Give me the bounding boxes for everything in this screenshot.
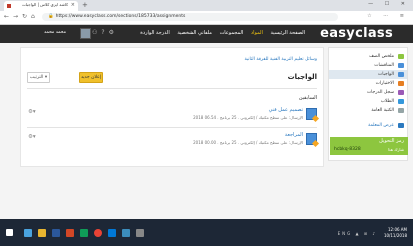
assignment-meta: الإرسال: على سطح مكتبك / إلكتروني . 25 ب… <box>193 115 303 120</box>
assignment-row[interactable]: تصميم عمل فني الإرسال: على سطح مكتبك / إ… <box>27 105 317 125</box>
divider <box>27 88 317 89</box>
back-icon[interactable]: ← <box>4 13 9 20</box>
sidebar-item-assignments[interactable]: الواجبات <box>329 70 407 79</box>
new-assignment-button[interactable]: إعلان جديد <box>79 72 103 83</box>
app-icon[interactable] <box>136 229 144 237</box>
avatar[interactable] <box>80 28 91 39</box>
help-icon[interactable]: ? <box>101 29 108 36</box>
nav-home[interactable]: الصفحة الرئيسية <box>271 30 306 36</box>
teacher-icon <box>398 123 404 128</box>
nav-groups[interactable]: المجموعات <box>220 30 244 36</box>
students-icon <box>398 99 404 104</box>
start-icon[interactable] <box>6 229 13 236</box>
top-nav: الصفحة الرئيسية المواد المجموعات ملفاتي … <box>134 30 305 36</box>
sidebar-item-summary[interactable]: ملخص الصف <box>329 52 407 61</box>
folder-icon[interactable] <box>38 229 46 237</box>
browser-tab[interactable]: كاشة ايزي كلاس | الواجبات × <box>4 1 78 11</box>
url-text: https://www.easyclass.com/sections/18573… <box>55 14 186 19</box>
home-icon <box>398 54 404 59</box>
sidebar-item-label: المناقشات <box>374 63 394 68</box>
address-bar-row: ← → ↻ ⌂ 🔒 https://www.easyclass.com/secti… <box>0 11 413 25</box>
class-code-value[interactable]: hcbkq-8328 <box>334 147 361 152</box>
class-code-share[interactable]: شارك هذا <box>388 147 404 152</box>
sidebar-item-students[interactable]: الطلاب <box>329 97 407 106</box>
windows-taskbar: ENG ▲ ⊞ ♪ 12:06 AM 10/11/2018 <box>0 219 413 246</box>
store-icon[interactable] <box>122 229 130 237</box>
url-input[interactable]: 🔒 https://www.easyclass.com/sections/1857… <box>42 13 338 21</box>
assignment-icon <box>306 133 317 145</box>
tab-title: كاشة ايزي كلاس | الواجبات <box>22 2 68 7</box>
mail-icon[interactable] <box>108 229 116 237</box>
forward-icon[interactable]: → <box>13 13 18 20</box>
sidebar-item-discussions[interactable]: المناقشات <box>329 61 407 70</box>
sidebar-item-label: ملخص الصف <box>369 54 394 59</box>
system-tray[interactable]: ENG ▲ ⊞ ♪ <box>338 231 377 236</box>
nav-inbox[interactable]: الدرجة الواردة <box>140 30 169 36</box>
powerpoint-icon[interactable] <box>66 229 74 237</box>
sidebar-item-label: الاختبارات <box>375 81 394 86</box>
library-icon <box>398 108 404 113</box>
chrome-icon[interactable] <box>94 229 102 237</box>
divider <box>27 127 317 128</box>
breadcrumb[interactable]: وسائل تعليم التربية الفنية للفرقة الثاني… <box>245 57 317 62</box>
nav-classes[interactable]: المواد <box>251 30 263 36</box>
browser-tools[interactable]: ☆ ⋯ ≡ <box>367 13 409 19</box>
sidebar-item-quizzes[interactable]: الاختبارات <box>329 79 407 88</box>
logo[interactable]: easyclass <box>320 26 393 41</box>
user-name[interactable]: محمد محمد <box>44 30 66 35</box>
chat-icon <box>398 63 404 68</box>
section-label: السابقين <box>298 95 317 101</box>
clock-date: 10/11/2018 <box>383 233 407 238</box>
tab-close-icon[interactable]: × <box>71 2 75 8</box>
gear-icon[interactable]: ⚙▾ <box>28 134 36 140</box>
gear-icon[interactable]: ⚙▾ <box>28 109 36 115</box>
favicon-icon <box>7 4 11 8</box>
edge-icon[interactable] <box>24 229 32 237</box>
browser-tabstrip: كاشة ايزي كلاس | الواجبات × + — ☐ ✕ <box>0 0 413 11</box>
reload-icon[interactable]: ↻ <box>22 13 27 20</box>
class-code-box: رمز التحويل hcbkq-8328 شارك هذا <box>330 137 408 155</box>
sidebar-item-label: الطلاب <box>380 99 394 104</box>
home-icon[interactable]: ⌂ <box>31 13 35 20</box>
page-title: الواجبات <box>287 73 317 81</box>
page-body: وسائل تعليم التربية الفنية للفرقة الثاني… <box>0 43 413 219</box>
assignment-title[interactable]: تصميم عمل فني <box>269 107 303 113</box>
sort-button[interactable]: الترتيب ▾ <box>27 72 50 83</box>
site-header: easyclass الصفحة الرئيسية المواد المجموع… <box>0 25 413 43</box>
sidebar-item-label: الواجبات <box>378 72 394 77</box>
settings-icon[interactable]: ⚙ <box>109 29 118 36</box>
assignment-icon <box>398 72 404 77</box>
nav-profile[interactable]: ملفاتي الشخصية <box>177 30 212 36</box>
window-controls[interactable]: — ☐ ✕ <box>368 1 410 7</box>
new-tab-button[interactable]: + <box>82 1 88 9</box>
sidebar-item-gradebook[interactable]: سجل الدرجات <box>329 88 407 97</box>
sidebar-item-label: سجل الدرجات <box>366 90 394 95</box>
assignment-row[interactable]: المراجعة الإرسال: على سطح مكتبك / إلكترو… <box>27 130 317 150</box>
clock[interactable]: 12:06 AM 10/11/2018 <box>384 227 407 239</box>
quiz-icon <box>398 81 404 86</box>
assignment-meta: الإرسال: على سطح مكتبك / إلكتروني . 25 ب… <box>193 140 303 145</box>
assignment-title[interactable]: المراجعة <box>285 132 303 138</box>
main-content: وسائل تعليم التربية الفنية للفرقة الثاني… <box>20 47 324 167</box>
header-icons: ⚇?⚙ <box>92 29 118 36</box>
lock-icon: 🔒 <box>48 14 54 19</box>
sidebar-item-label: الكتبة العامة <box>371 108 394 113</box>
assignment-icon <box>306 108 317 120</box>
word-icon[interactable] <box>52 229 60 237</box>
sidebar-item-teacher-view[interactable]: عرض المعلمة <box>329 121 407 130</box>
class-code-label: رمز التحويل <box>379 138 404 144</box>
sidebar-item-library[interactable]: الكتبة العامة <box>329 106 407 115</box>
groups-icon[interactable]: ⚇ <box>92 29 101 36</box>
gradebook-icon <box>398 90 404 95</box>
sidebar-item-label: عرض المعلمة <box>368 123 394 128</box>
app-icon[interactable] <box>80 229 88 237</box>
